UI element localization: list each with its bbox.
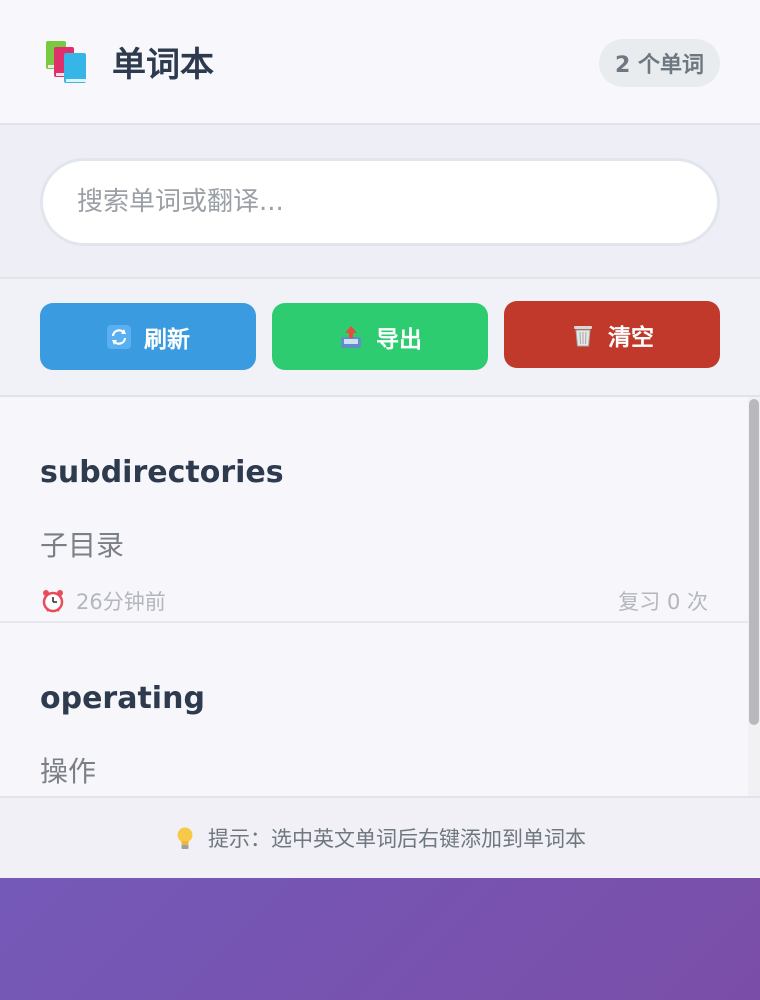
- alarm-clock-icon: [40, 588, 66, 614]
- trash-icon: [570, 322, 596, 348]
- header: 单词本 2 个单词: [0, 0, 760, 125]
- export-button[interactable]: 导出: [272, 303, 488, 370]
- refresh-button[interactable]: 刷新: [40, 303, 256, 370]
- list-item[interactable]: subdirectories 子目录 26分钟前 复习 0 次: [0, 397, 748, 623]
- app-title: 单词本: [112, 45, 214, 85]
- search-area: [0, 125, 760, 279]
- refresh-icon: [106, 324, 132, 350]
- word-translation: 操作: [40, 755, 97, 788]
- toolbar: 刷新 导出 清空: [0, 279, 760, 397]
- clear-label: 清空: [608, 324, 654, 351]
- word-added-time: 26分钟前: [76, 590, 166, 614]
- word-english: operating: [40, 681, 205, 716]
- scroll-thumb[interactable]: [749, 399, 759, 725]
- outbox-icon: [338, 324, 364, 350]
- tip-text: 提示：选中英文单词后右键添加到单词本: [208, 827, 586, 851]
- export-label: 导出: [376, 326, 422, 353]
- word-translation: 子目录: [40, 529, 125, 562]
- review-count: 复习 0 次: [618, 590, 708, 614]
- word-time-group: 26分钟前: [40, 586, 166, 616]
- footer-tip: 提示：选中英文单词后右键添加到单词本: [0, 798, 760, 878]
- wordbook-panel: 单词本 2 个单词 刷新: [0, 0, 760, 878]
- scrollbar[interactable]: [748, 397, 760, 796]
- clear-button[interactable]: 清空: [504, 301, 720, 368]
- word-meta: 26分钟前 复习 0 次: [40, 586, 708, 616]
- books-icon: [44, 39, 90, 85]
- word-count-badge: 2 个单词: [599, 39, 720, 87]
- word-list[interactable]: subdirectories 子目录 26分钟前 复习 0 次 operatin…: [0, 397, 760, 798]
- list-item[interactable]: operating 操作: [0, 623, 748, 796]
- refresh-label: 刷新: [144, 326, 190, 353]
- lightbulb-icon: [174, 825, 196, 851]
- search-input[interactable]: [40, 158, 720, 246]
- word-english: subdirectories: [40, 455, 284, 490]
